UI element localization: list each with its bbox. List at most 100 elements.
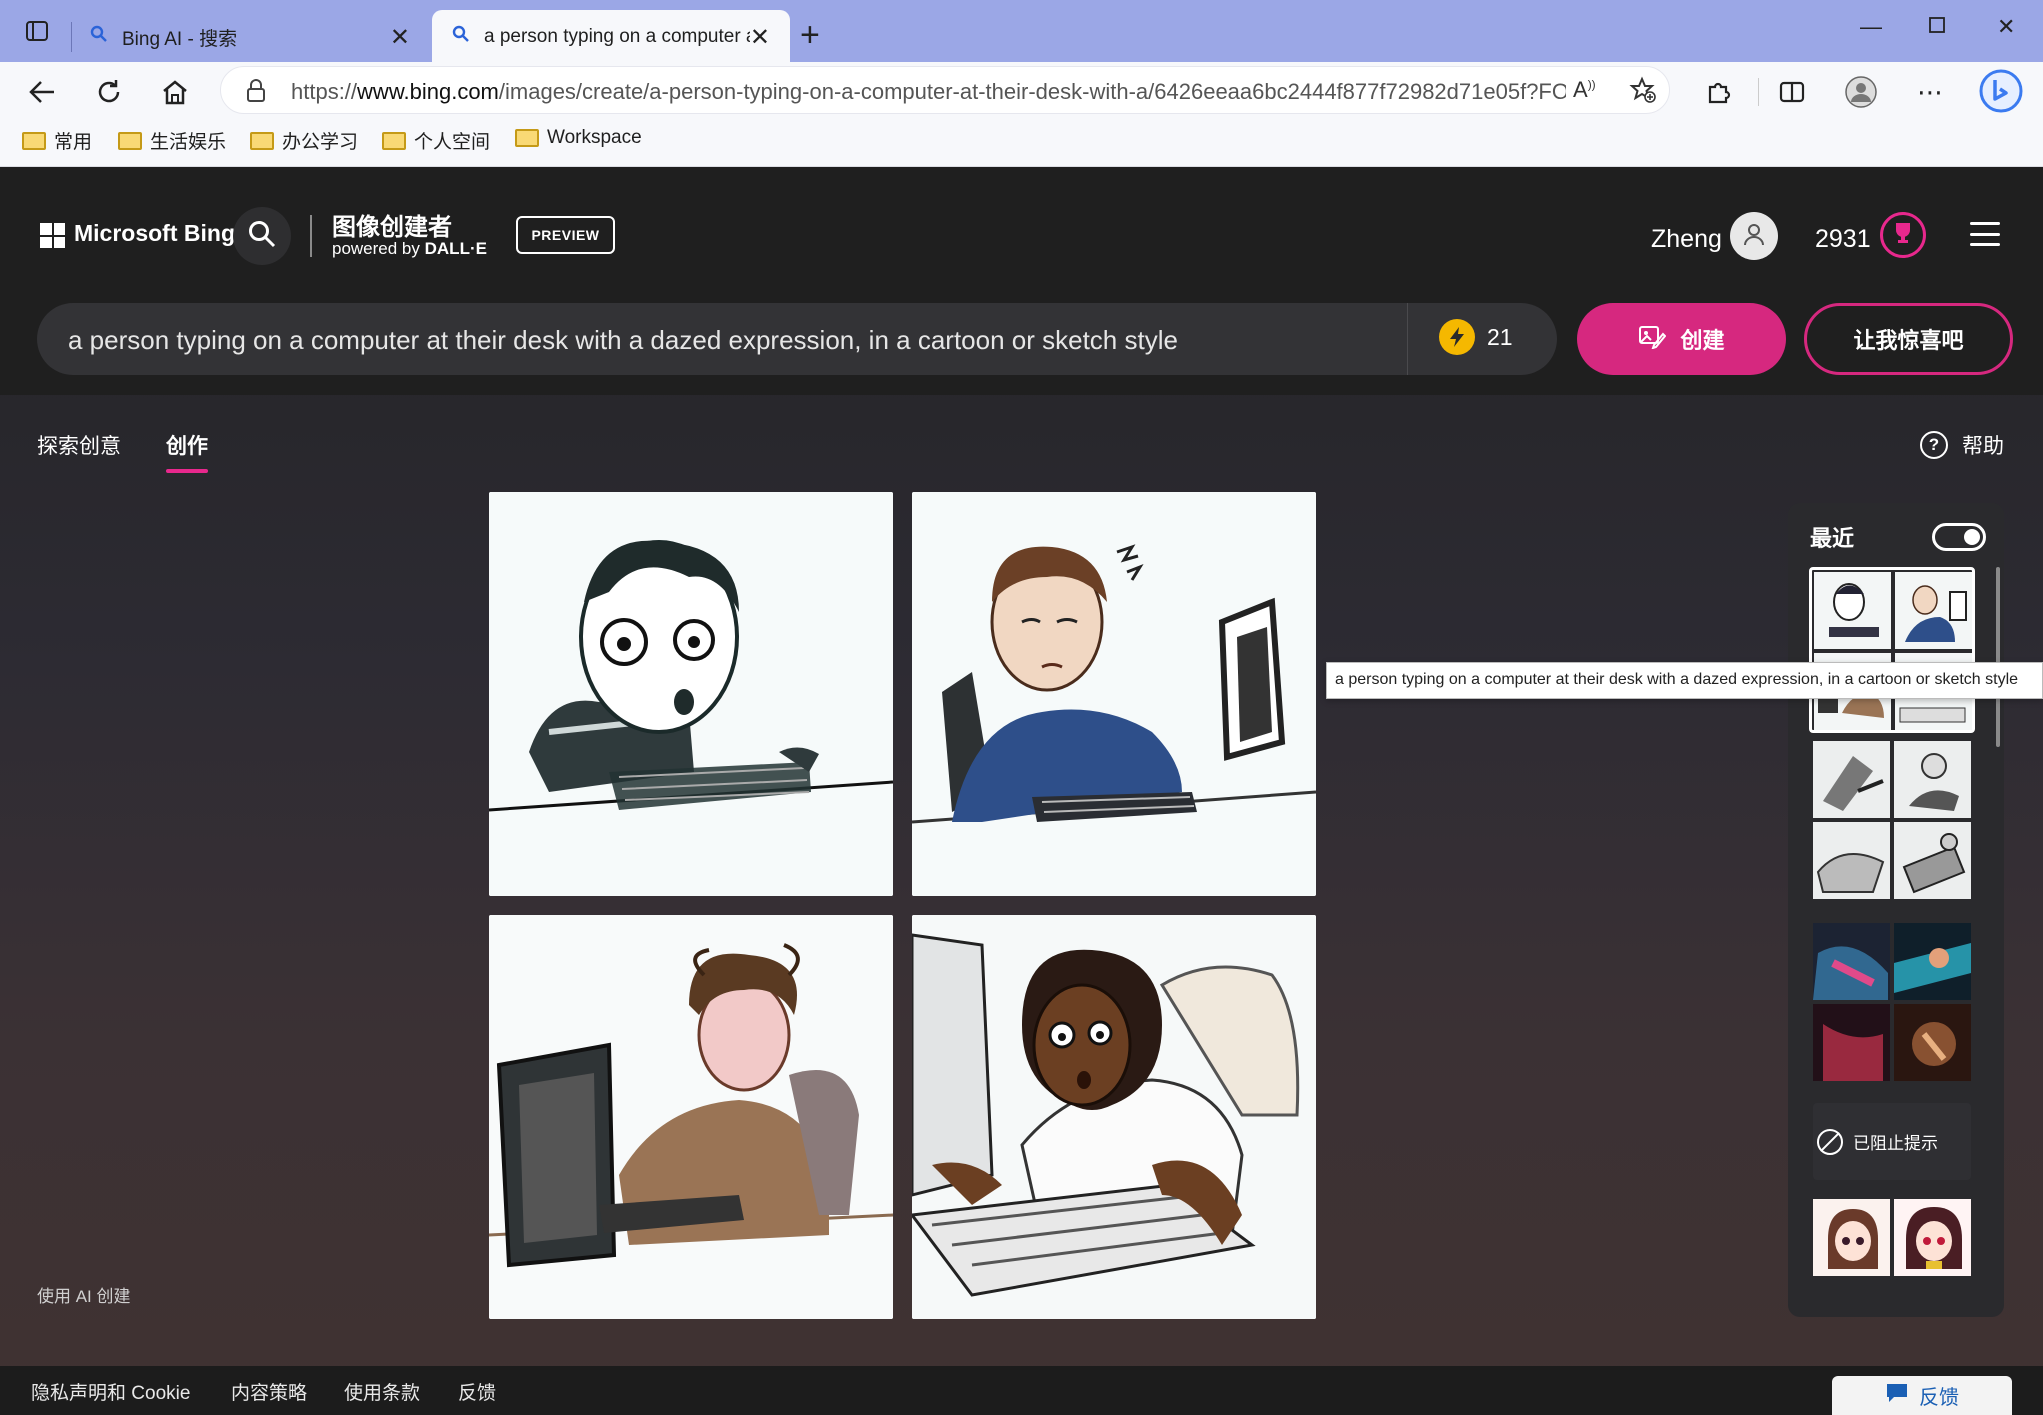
feedback-button[interactable]: 反馈 xyxy=(1832,1376,2012,1415)
recent-thumbnail xyxy=(1894,923,1971,1000)
folder-icon xyxy=(118,131,142,150)
prompt-text[interactable]: a person typing on a computer at their d… xyxy=(68,325,1178,356)
maximize-icon[interactable] xyxy=(1928,14,1946,40)
footer: 隐私声明和 Cookie 内容策略 使用条款 反馈 反馈 xyxy=(0,1366,2043,1415)
divider xyxy=(310,215,312,257)
prompt-tooltip: a person typing on a computer at their d… xyxy=(1326,662,2043,699)
blocked-prompt-item[interactable]: 已阻止提示 xyxy=(1813,1103,1971,1180)
minimize-icon[interactable]: — xyxy=(1860,14,1882,40)
preview-badge: PREVIEW xyxy=(516,216,615,254)
bookmark-folder[interactable]: 常用 xyxy=(22,127,92,154)
hamburger-menu-icon[interactable] xyxy=(1970,222,2000,246)
back-icon[interactable] xyxy=(24,74,60,110)
scrollbar[interactable] xyxy=(1996,567,2000,747)
bookmark-folder[interactable]: 个人空间 xyxy=(382,127,490,154)
read-aloud-icon[interactable]: A)) xyxy=(1573,77,1596,103)
recent-thumbnail xyxy=(1894,1004,1971,1081)
recent-item[interactable] xyxy=(1813,741,1971,899)
prompt-input[interactable]: a person typing on a computer at their d… xyxy=(37,303,1557,375)
create-label: 创建 xyxy=(1680,328,1725,353)
window-close-icon[interactable]: ✕ xyxy=(1997,14,2015,40)
tab-image-creator[interactable]: a person typing on a computer a ✕ xyxy=(432,10,790,64)
bookmarks-bar: 常用 生活娱乐 办公学习 个人空间 Workspace xyxy=(0,119,2043,167)
help-icon: ? xyxy=(1920,431,1948,459)
tab-title: a person typing on a computer a xyxy=(484,26,750,47)
generated-image-2[interactable] xyxy=(912,492,1316,896)
tab-actions-icon[interactable] xyxy=(20,16,54,46)
recent-item[interactable] xyxy=(1813,1199,1971,1317)
address-bar[interactable]: https://www.bing.com/images/create/a-per… xyxy=(220,66,1670,114)
surprise-me-button[interactable]: 让我惊喜吧 xyxy=(1804,303,2013,375)
more-icon[interactable]: ⋯ xyxy=(1912,74,1948,110)
folder-icon xyxy=(22,131,46,150)
microsoft-logo-icon[interactable] xyxy=(40,223,65,248)
folder-icon xyxy=(515,129,539,147)
profile-avatar-icon[interactable] xyxy=(1843,74,1879,110)
bookmark-label: 个人空间 xyxy=(414,132,491,153)
close-icon[interactable]: ✕ xyxy=(390,23,410,52)
rewards-points[interactable]: 2931 xyxy=(1815,225,1871,254)
avatar[interactable] xyxy=(1730,212,1778,260)
feedback-label: 反馈 xyxy=(1919,1387,1959,1409)
close-icon[interactable]: ✕ xyxy=(750,23,770,52)
recent-item[interactable] xyxy=(1813,923,1971,1081)
bookmark-label: Workspace xyxy=(547,127,642,148)
bookmark-label: 生活娱乐 xyxy=(150,132,227,153)
top-navigation: Microsoft Bing 图像创建者 powered by DALL·E P… xyxy=(0,167,2043,395)
bookmark-folder[interactable]: 生活娱乐 xyxy=(118,127,226,154)
made-with-ai-label: 使用 AI 创建 xyxy=(37,1287,131,1306)
active-tab-indicator xyxy=(166,469,208,473)
split-screen-icon[interactable] xyxy=(1774,74,1810,110)
chat-icon xyxy=(1885,1382,1909,1410)
bookmark-folder[interactable]: Workspace xyxy=(515,127,642,149)
recent-thumbnail xyxy=(1813,1199,1890,1276)
bing-copilot-icon[interactable] xyxy=(1978,68,2024,114)
create-button[interactable]: 创建 xyxy=(1577,303,1786,375)
boosts-count: 21 xyxy=(1487,323,1513,350)
generated-image-1[interactable] xyxy=(489,492,893,896)
recent-thumbnail xyxy=(1894,741,1971,818)
recent-toggle[interactable] xyxy=(1932,523,1986,551)
help-label: 帮助 xyxy=(1962,435,2004,458)
browser-tab-bar: Bing AI - 搜索 ✕ a person typing on a comp… xyxy=(0,0,2043,64)
tab-bing-ai[interactable]: Bing AI - 搜索 ✕ xyxy=(70,10,430,64)
tab-explore[interactable]: 探索创意 xyxy=(37,430,121,460)
search-icon xyxy=(247,219,277,254)
footer-link-feedback[interactable]: 反馈 xyxy=(458,1378,496,1405)
url-text[interactable]: https://www.bing.com/images/create/a-per… xyxy=(291,79,1566,105)
recent-thumbnail xyxy=(1813,822,1890,899)
boosts-counter[interactable]: 21 xyxy=(1439,319,1513,355)
search-button[interactable] xyxy=(233,207,291,265)
generated-image-4[interactable] xyxy=(912,915,1316,1319)
trophy-icon xyxy=(1891,220,1915,251)
extensions-icon[interactable] xyxy=(1700,74,1736,110)
new-tab-icon[interactable]: + xyxy=(800,18,820,52)
footer-link-terms[interactable]: 使用条款 xyxy=(344,1378,420,1405)
generated-image-3[interactable] xyxy=(489,915,893,1319)
folder-icon xyxy=(382,131,406,150)
footer-link-privacy[interactable]: 隐私声明和 Cookie xyxy=(31,1378,190,1405)
image-creator-page: Microsoft Bing 图像创建者 powered by DALL·E P… xyxy=(0,167,2043,1415)
page-title[interactable]: 图像创建者 xyxy=(332,207,452,242)
blocked-label: 已阻止提示 xyxy=(1853,1134,1938,1153)
bookmark-folder[interactable]: 办公学习 xyxy=(250,127,358,154)
brand-link[interactable]: Microsoft Bing xyxy=(74,220,235,247)
refresh-icon[interactable] xyxy=(91,74,127,110)
recent-thumbnail xyxy=(1813,1004,1890,1081)
help-link[interactable]: ? 帮助 xyxy=(1920,430,2004,460)
rewards-button[interactable] xyxy=(1880,212,1926,258)
address-toolbar: https://www.bing.com/images/create/a-per… xyxy=(0,62,2043,119)
bookmark-label: 办公学习 xyxy=(282,132,359,153)
lock-icon[interactable] xyxy=(245,79,267,108)
folder-icon xyxy=(250,131,274,150)
footer-link-content-policy[interactable]: 内容策略 xyxy=(231,1378,307,1405)
home-icon[interactable] xyxy=(157,74,193,110)
user-name[interactable]: Zheng xyxy=(1651,225,1722,254)
recent-panel: 最近 已阻止提示 xyxy=(1788,503,2004,1317)
tab-create[interactable]: 创作 xyxy=(166,430,208,460)
user-icon xyxy=(1741,221,1767,252)
favorite-add-icon[interactable] xyxy=(1629,76,1657,109)
recent-item-selected[interactable] xyxy=(1809,567,1975,733)
lightning-icon xyxy=(1439,319,1475,355)
image-edit-icon xyxy=(1638,323,1667,355)
